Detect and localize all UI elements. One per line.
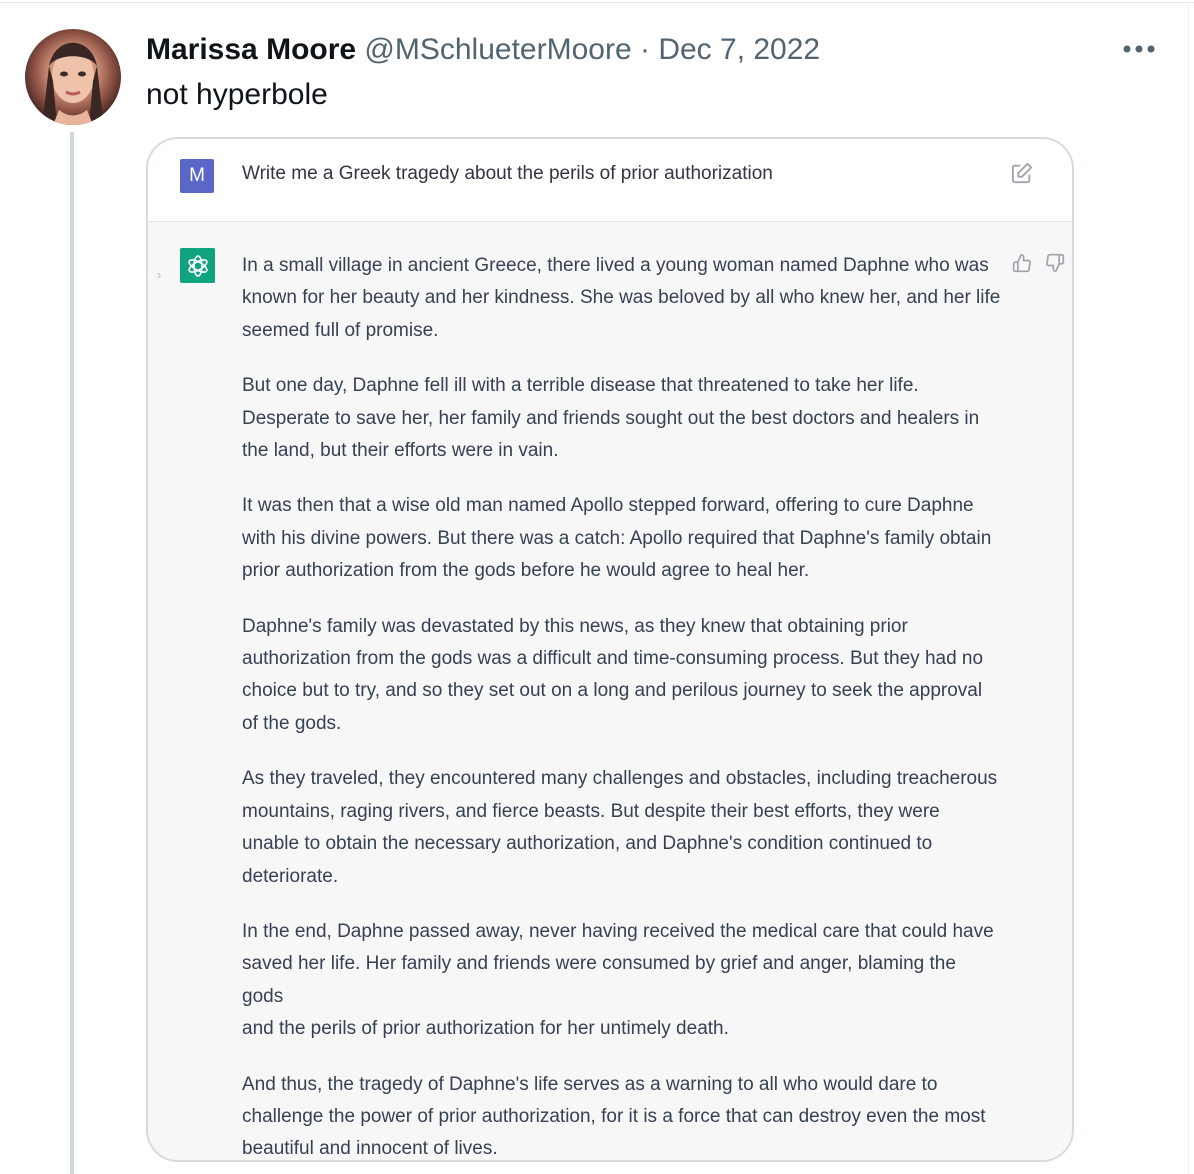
top-divider xyxy=(0,2,1194,3)
chevron-right-icon: › xyxy=(157,267,162,282)
thumb-down-icon xyxy=(1045,253,1065,273)
response-paragraph: But one day, Daphne fell ill with a terr… xyxy=(242,375,980,462)
tweet-text: not hyperbole xyxy=(146,78,328,111)
response-paragraph: And thus, the tragedy of Daphne's life s… xyxy=(242,1073,986,1160)
tweet-header: Marissa Moore @MSchlueterMoore · Dec 7, … xyxy=(146,30,820,70)
prompt-row: M Write me a Greek tragedy about the per… xyxy=(148,139,1072,222)
header-separator: · xyxy=(639,33,650,66)
openai-logo-icon xyxy=(180,248,215,283)
tweet-date[interactable]: Dec 7, 2022 xyxy=(658,33,820,66)
response-paragraph: As they traveled, they encountered many … xyxy=(242,768,998,887)
edit-icon xyxy=(1011,162,1033,184)
more-horizontal-icon[interactable] xyxy=(1118,33,1158,63)
author-avatar[interactable] xyxy=(25,29,121,125)
response-paragraph: Daphne's family was devastated by this n… xyxy=(242,615,984,734)
thread-line xyxy=(70,132,74,1174)
user-avatar: M xyxy=(180,159,214,193)
attached-image-card[interactable]: M Write me a Greek tragedy about the per… xyxy=(146,137,1074,1162)
response-paragraph: It was then that a wise old man named Ap… xyxy=(242,495,992,582)
response-paragraph: In the end, Daphne passed away, never ha… xyxy=(242,920,994,1040)
right-divider xyxy=(1188,2,1189,1174)
author-name[interactable]: Marissa Moore xyxy=(146,33,356,66)
response-row: › In a small village in ancient Greece, … xyxy=(148,221,1072,1160)
prompt-text: Write me a Greek tragedy about the peril… xyxy=(242,163,773,184)
response-paragraph: In a small village in ancient Greece, th… xyxy=(242,255,1001,341)
avatar-portrait-icon xyxy=(43,42,103,125)
thumb-up-icon xyxy=(1012,253,1032,273)
response-text: In a small village in ancient Greece, th… xyxy=(242,250,1002,1160)
author-handle[interactable]: @MSchlueterMoore xyxy=(364,33,631,66)
